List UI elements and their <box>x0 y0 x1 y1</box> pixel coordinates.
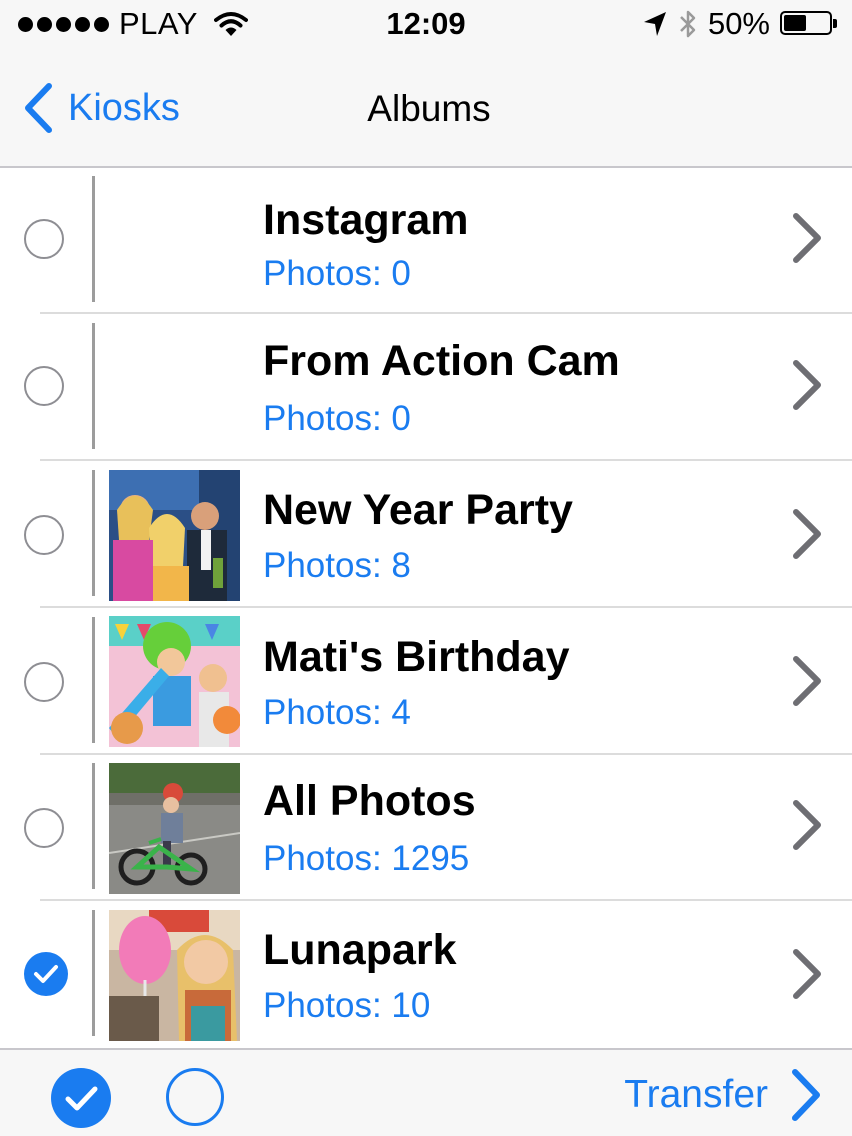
album-row-new-year-party[interactable]: New Year Party Photos: 8 <box>0 462 852 608</box>
album-thumbnail-cotton-candy-photo <box>109 910 240 1041</box>
row-divider <box>92 910 95 1036</box>
page-title: Albums <box>367 88 491 129</box>
album-thumbnail-party-photo <box>109 470 240 601</box>
album-photo-count: Photos: 0 <box>263 254 411 293</box>
album-photo-count: Photos: 0 <box>263 399 411 438</box>
battery-icon <box>780 11 838 37</box>
transfer-label: Transfer <box>624 1073 768 1116</box>
select-all-button[interactable] <box>51 1068 111 1128</box>
chevron-right-icon <box>793 360 821 410</box>
album-select-radio[interactable] <box>24 808 64 848</box>
album-title: Lunapark <box>263 926 457 974</box>
album-photo-count: Photos: 8 <box>263 546 411 585</box>
bottom-toolbar: Transfer <box>0 1048 852 1136</box>
album-title: All Photos <box>263 777 476 825</box>
album-thumbnail-bike-photo <box>109 763 240 894</box>
row-divider <box>92 470 95 596</box>
row-separator <box>40 312 852 314</box>
bluetooth-icon <box>680 10 696 38</box>
row-divider <box>92 176 95 302</box>
album-row-matis-birthday[interactable]: Mati's Birthday Photos: 4 <box>0 609 852 755</box>
album-title: Instagram <box>263 196 469 244</box>
album-title: New Year Party <box>263 486 573 534</box>
album-row-lunapark[interactable]: Lunapark Photos: 10 <box>0 902 852 1048</box>
album-photo-count: Photos: 10 <box>263 986 431 1025</box>
checkmark-icon <box>34 965 58 983</box>
album-select-radio[interactable] <box>24 515 64 555</box>
album-row-instagram[interactable]: Instagram Photos: 0 <box>0 168 852 314</box>
transfer-button[interactable]: Transfer <box>624 1068 822 1122</box>
album-select-radio[interactable] <box>24 662 64 702</box>
album-select-radio-checked[interactable] <box>24 952 68 996</box>
status-right: 50% <box>642 6 838 42</box>
chevron-right-icon <box>793 800 821 850</box>
album-photo-count: Photos: 1295 <box>263 839 470 878</box>
row-separator <box>40 899 852 901</box>
row-divider <box>92 763 95 889</box>
battery-percentage: 50% <box>707 6 770 41</box>
row-separator <box>40 459 852 461</box>
album-select-radio[interactable] <box>24 366 64 406</box>
album-thumbnail-birthday-photo <box>109 616 240 747</box>
checkmark-icon <box>65 1086 98 1111</box>
deselect-all-button[interactable] <box>166 1068 224 1126</box>
album-select-radio[interactable] <box>24 219 64 259</box>
row-divider <box>92 617 95 743</box>
album-row-all-photos[interactable]: All Photos Photos: 1295 <box>0 755 852 901</box>
chevron-right-icon <box>793 213 821 263</box>
row-divider <box>92 323 95 449</box>
chevron-right-icon <box>792 1069 820 1121</box>
chevron-right-icon <box>793 509 821 559</box>
album-row-from-action-cam[interactable]: From Action Cam Photos: 0 <box>0 315 852 461</box>
chevron-right-icon <box>793 656 821 706</box>
album-list: Instagram Photos: 0 From Action Cam Phot… <box>0 168 852 1048</box>
chevron-right-icon <box>793 949 821 999</box>
status-bar: PLAY 12:09 50% <box>0 0 852 48</box>
album-photo-count: Photos: 4 <box>263 693 411 732</box>
album-title: From Action Cam <box>263 337 620 385</box>
location-arrow-icon <box>643 12 666 36</box>
navigation-bar: Kiosks Albums <box>0 48 852 168</box>
album-title: Mati's Birthday <box>263 633 570 681</box>
row-separator <box>40 606 852 608</box>
